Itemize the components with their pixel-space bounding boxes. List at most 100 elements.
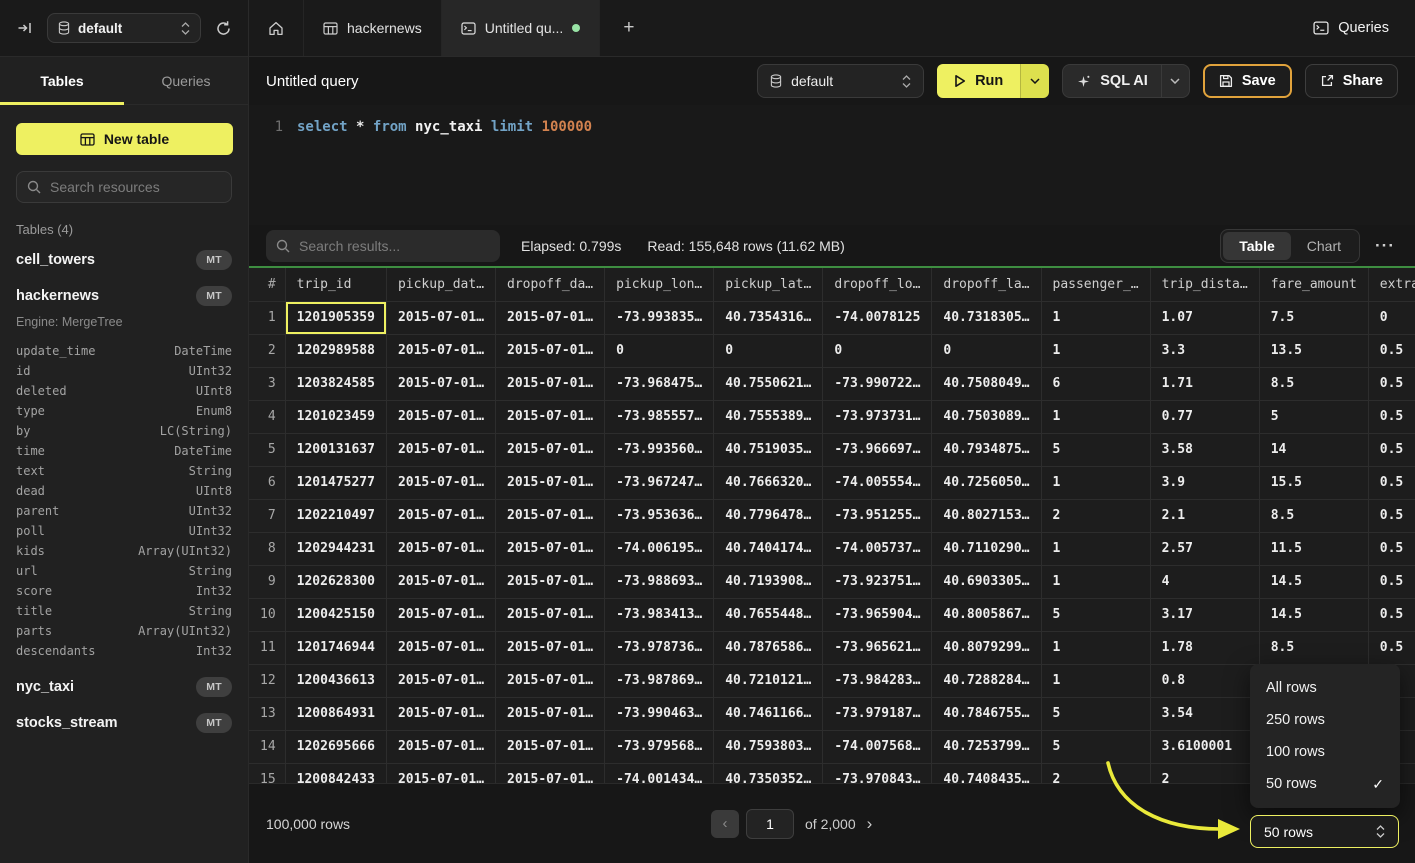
data-cell[interactable]: 2015-07-01… (496, 730, 605, 763)
data-cell[interactable]: -74.001434… (605, 763, 714, 783)
data-cell[interactable]: -73.965904… (823, 598, 932, 631)
data-cell[interactable]: 5 (1041, 433, 1150, 466)
data-cell[interactable]: 15.5 (1259, 466, 1368, 499)
schema-column[interactable]: pollUInt32 (16, 521, 232, 541)
column-header[interactable]: dropoff_lo… (823, 268, 932, 301)
data-cell[interactable]: 2015-07-01… (496, 334, 605, 367)
data-cell[interactable]: 40.7404174… (714, 532, 823, 565)
data-cell[interactable]: 0.5 (1368, 532, 1415, 565)
data-cell[interactable]: 0 (1368, 301, 1415, 334)
column-header[interactable]: dropoff_la… (932, 268, 1041, 301)
data-cell[interactable]: 40.8027153… (932, 499, 1041, 532)
data-cell[interactable]: 0.5 (1368, 400, 1415, 433)
data-cell[interactable]: 1 (1041, 400, 1150, 433)
data-cell[interactable]: 1200842433 (285, 763, 386, 783)
data-cell[interactable]: 2015-07-01… (386, 565, 495, 598)
sql-editor[interactable]: 1 select * from nyc_taxi limit 100000 (249, 105, 1415, 225)
data-cell[interactable]: 8.5 (1259, 631, 1368, 664)
data-cell[interactable]: 2 (1150, 763, 1259, 783)
data-cell[interactable]: 0.5 (1368, 466, 1415, 499)
data-cell[interactable]: -73.951255… (823, 499, 932, 532)
new-table-button[interactable]: New table (16, 123, 233, 155)
column-header[interactable]: extra (1368, 268, 1415, 301)
sidebar-item-cell-towers[interactable]: cell_towers MT (0, 242, 248, 278)
schema-column[interactable]: update_timeDateTime (16, 341, 232, 361)
data-cell[interactable]: 40.7354316… (714, 301, 823, 334)
data-cell[interactable]: 40.7193908… (714, 565, 823, 598)
data-cell[interactable]: 0.5 (1368, 499, 1415, 532)
data-cell[interactable]: -73.988693… (605, 565, 714, 598)
schema-column[interactable]: kidsArray(UInt32) (16, 541, 232, 561)
data-cell[interactable]: -74.005737… (823, 532, 932, 565)
data-cell[interactable]: 1200131637 (285, 433, 386, 466)
data-cell[interactable]: 0 (605, 334, 714, 367)
data-cell[interactable]: 1 (1041, 532, 1150, 565)
sidebar-search-input[interactable] (50, 179, 221, 195)
data-cell[interactable]: 40.7288284… (932, 664, 1041, 697)
data-cell[interactable]: 0 (823, 334, 932, 367)
data-cell[interactable]: 40.7110290… (932, 532, 1041, 565)
data-cell[interactable]: 1 (1041, 565, 1150, 598)
column-header[interactable]: trip_dista… (1150, 268, 1259, 301)
sidebar-item-stocks-stream[interactable]: stocks_stream MT (0, 705, 248, 741)
data-cell[interactable]: 2015-07-01… (496, 763, 605, 783)
column-header[interactable]: passenger_… (1041, 268, 1150, 301)
schema-column[interactable]: descendantsInt32 (16, 641, 232, 661)
data-cell[interactable]: 0.8 (1150, 664, 1259, 697)
data-cell[interactable]: -73.970843… (823, 763, 932, 783)
data-cell[interactable]: 40.7253799… (932, 730, 1041, 763)
data-cell[interactable]: 40.6903305… (932, 565, 1041, 598)
data-cell[interactable]: 40.7655448… (714, 598, 823, 631)
data-cell[interactable]: 1 (1041, 664, 1150, 697)
schema-column[interactable]: textString (16, 461, 232, 481)
data-cell[interactable]: 2015-07-01… (496, 499, 605, 532)
data-cell[interactable]: 2015-07-01… (496, 532, 605, 565)
sidebar-item-hackernews[interactable]: hackernews MT (0, 278, 248, 314)
data-cell[interactable]: 3.54 (1150, 697, 1259, 730)
data-cell[interactable]: 40.7318305… (932, 301, 1041, 334)
page-size-option[interactable]: All rows (1250, 672, 1400, 704)
view-tab-chart[interactable]: Chart (1291, 232, 1357, 260)
data-cell[interactable]: 40.7408435… (932, 763, 1041, 783)
data-cell[interactable]: 40.7846755… (932, 697, 1041, 730)
refresh-icon[interactable] (211, 16, 235, 40)
column-header[interactable]: trip_id (285, 268, 386, 301)
schema-column[interactable]: scoreInt32 (16, 581, 232, 601)
data-cell[interactable]: 1 (1041, 301, 1150, 334)
data-cell[interactable]: 14.5 (1259, 565, 1368, 598)
data-cell[interactable]: 0.77 (1150, 400, 1259, 433)
data-cell[interactable]: 14 (1259, 433, 1368, 466)
data-cell[interactable]: 0.5 (1368, 565, 1415, 598)
data-cell[interactable]: 40.7350352… (714, 763, 823, 783)
sidebar-tab-queries[interactable]: Queries (124, 57, 248, 104)
schema-column[interactable]: idUInt32 (16, 361, 232, 381)
data-cell[interactable]: 0 (714, 334, 823, 367)
data-cell[interactable]: -73.965621… (823, 631, 932, 664)
data-cell[interactable]: 40.7519035… (714, 433, 823, 466)
data-cell[interactable]: 2015-07-01… (496, 598, 605, 631)
data-cell[interactable]: 40.7550621… (714, 367, 823, 400)
data-cell[interactable]: 11.5 (1259, 532, 1368, 565)
data-cell[interactable]: 2015-07-01… (386, 730, 495, 763)
data-cell[interactable]: 2015-07-01… (496, 466, 605, 499)
column-header[interactable]: fare_amount (1259, 268, 1368, 301)
data-cell[interactable]: 3.17 (1150, 598, 1259, 631)
data-cell[interactable]: 1202695666 (285, 730, 386, 763)
tab-home[interactable] (249, 0, 304, 56)
data-cell[interactable]: -74.0078125 (823, 301, 932, 334)
schema-column[interactable]: deletedUInt8 (16, 381, 232, 401)
column-header[interactable]: dropoff_da… (496, 268, 605, 301)
data-cell[interactable]: -73.953636… (605, 499, 714, 532)
data-cell[interactable]: 3.9 (1150, 466, 1259, 499)
schema-column[interactable]: parentUInt32 (16, 501, 232, 521)
data-cell[interactable]: 40.7934875… (932, 433, 1041, 466)
data-cell[interactable]: 3.3 (1150, 334, 1259, 367)
data-cell[interactable]: -73.983413… (605, 598, 714, 631)
data-cell[interactable]: -73.993835… (605, 301, 714, 334)
data-cell[interactable]: 2015-07-01… (496, 400, 605, 433)
data-cell[interactable]: 0 (932, 334, 1041, 367)
data-cell[interactable]: 1.71 (1150, 367, 1259, 400)
data-cell[interactable]: 2015-07-01… (386, 466, 495, 499)
data-cell[interactable]: 2015-07-01… (386, 532, 495, 565)
data-cell[interactable]: 13.5 (1259, 334, 1368, 367)
